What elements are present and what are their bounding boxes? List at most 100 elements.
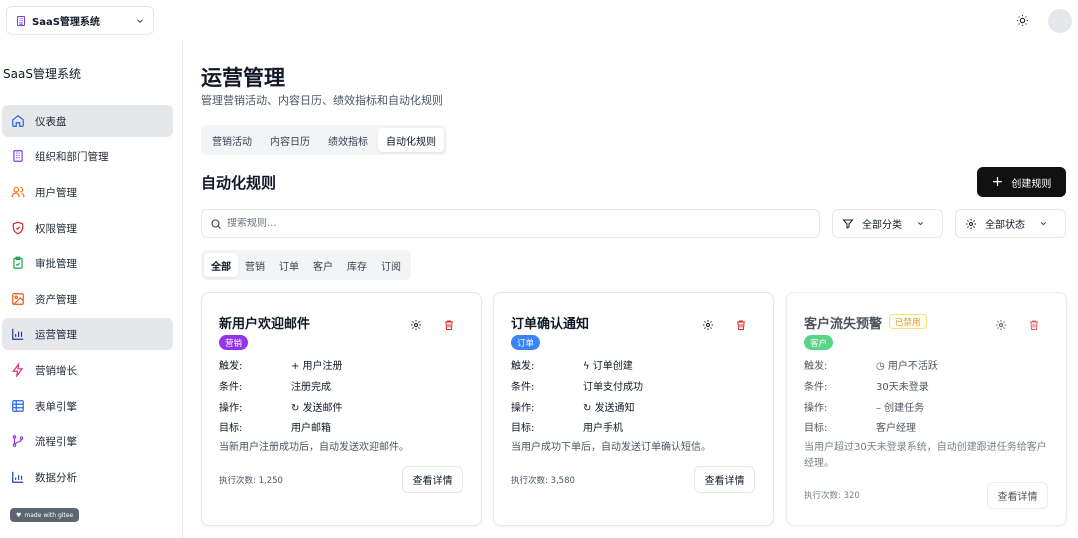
settings-icon[interactable] [995,319,1007,331]
sidebar-item-workflow[interactable]: 流程引擎 [2,425,173,457]
sidebar-item-org[interactable]: 组织和部门管理 [2,140,173,172]
execution-count: 执行次数: 1,250 [219,476,283,486]
users-icon [11,185,25,199]
trash-icon[interactable] [735,319,747,331]
rule-description: 当新用户注册成功后，自动发送欢迎邮件。 [219,442,409,453]
rule-name: 客户流失预警 [804,317,883,332]
sidebar-item-assets[interactable]: 资产管理 [2,283,173,315]
trash-icon[interactable] [443,319,455,331]
category-tab-marketing[interactable]: 营销 [238,253,272,277]
category-filter[interactable]: 全部分类 [832,209,943,238]
sidebar-item-label: 组织和部门管理 [35,150,109,163]
category-tab-order[interactable]: 订单 [272,253,306,277]
building-icon [11,149,25,163]
sidebar-item-users[interactable]: 用户管理 [2,176,173,208]
execution-count: 执行次数: 320 [804,491,860,501]
org-switcher[interactable]: SaaS管理系统 [6,6,154,35]
image-icon [11,292,25,306]
building-icon [15,15,27,27]
chevron-down-icon [916,219,925,228]
search-input[interactable] [227,218,811,229]
rule-card: 客户流失预警 已禁用 客户 触发: ◷ 用户不活跃 条件: 30天未登录 操作: – … [786,292,1067,526]
view-details-button[interactable]: 查看详情 [402,466,463,493]
view-details-button[interactable]: 查看详情 [694,466,755,493]
execution-count: 执行次数: 3,580 [511,476,575,486]
trigger-row: 触发: ϟ 订单创建 [511,361,633,372]
category-badge: 客户 [804,335,834,350]
shield-icon [11,221,25,235]
target-row: 目标: 用户邮箱 [219,423,331,434]
action-row: 操作: ↻ 发送邮件 [219,403,343,414]
sidebar-item-label: 营销增长 [35,364,77,377]
sun-icon [1016,14,1029,27]
sidebar-item-label: 运营管理 [35,328,77,341]
refresh-icon: ↻ [291,403,303,414]
rule-description: 当用户成功下单后，自动发送订单确认短信。 [511,442,711,453]
sidebar-item-label: 流程引擎 [35,435,77,448]
tab-automation-rules[interactable]: 自动化规则 [378,128,444,152]
rule-name: 订单确认通知 [511,317,590,332]
settings-icon[interactable] [702,319,714,331]
watermark: ♥ made with gitee [10,508,80,522]
section-title: 自动化规则 [201,174,277,192]
sidebar-item-permissions[interactable]: 权限管理 [2,212,173,244]
avatar[interactable] [1048,9,1072,33]
settings-icon[interactable] [410,319,422,331]
sidebar-item-forms[interactable]: 表单引擎 [2,390,173,422]
clipboard-check-icon [11,256,25,270]
category-tab-subscription[interactable]: 订阅 [374,253,408,277]
gear-icon [965,218,977,230]
condition-row: 条件: 30天未登录 [804,382,929,393]
sidebar-item-label: 审批管理 [35,257,77,270]
action-row: 操作: ↻ 发送通知 [511,403,635,414]
rule-card: 新用户欢迎邮件 营销 触发: + 用户注册 条件: 注册完成 操作: ↻ 发送邮件 目… [201,292,482,526]
category-tab-all[interactable]: 全部 [204,253,238,277]
theme-toggle-button[interactable] [1014,12,1030,28]
sidebar-item-growth[interactable]: 营销增长 [2,354,173,386]
plus-icon: + [991,174,1004,190]
sidebar-item-label: 用户管理 [35,186,77,199]
category-badge: 营销 [219,335,249,350]
create-rule-button[interactable]: + 创建规则 [977,167,1066,197]
rule-description: 当用户超过30天未登录系统，自动创建跟进任务给客户经理。 [804,442,1047,469]
action-row: 操作: – 创建任务 [804,403,925,414]
tab-content-calendar[interactable]: 内容日历 [262,128,318,152]
sidebar-item-analytics[interactable]: 数据分析 [2,461,173,493]
sidebar-item-dashboard[interactable]: 仪表盘 [2,105,173,137]
filter-icon [842,218,854,230]
page-subtitle: 管理营销活动、内容日历、绩效指标和自动化规则 [201,94,443,107]
trash-icon[interactable] [1028,319,1040,331]
trigger-row: 触发: ◷ 用户不活跃 [804,361,938,372]
chevron-down-icon [1039,219,1048,228]
refresh-icon: ↻ [583,403,595,414]
chart-icon [11,470,25,484]
git-branch-icon [11,434,25,448]
page-title: 运营管理 [201,66,285,90]
home-icon [11,114,25,128]
sidebar: SaaS管理系统 仪表盘 组织和部门管理 用户管理 权限管理 审批管理 资产管理… [0,42,183,538]
condition-row: 条件: 订单支付成功 [511,382,643,393]
table-icon [11,399,25,413]
rule-name: 新用户欢迎邮件 [219,317,311,332]
sidebar-item-label: 仪表盘 [35,115,67,128]
chevron-down-icon [135,16,145,26]
search-icon [210,218,222,230]
tab-metrics[interactable]: 绩效指标 [320,128,376,152]
category-tabs: 全部 营销 订单 客户 库存 订阅 [201,250,411,280]
sidebar-item-operations[interactable]: 运营管理 [2,318,173,350]
view-details-button[interactable]: 查看详情 [987,482,1048,509]
category-tab-inventory[interactable]: 库存 [340,253,374,277]
rule-card: 订单确认通知 订单 触发: ϟ 订单创建 条件: 订单支付成功 操作: ↻ 发送通知 … [493,292,774,526]
search-box [201,209,820,238]
sidebar-item-label: 表单引擎 [35,400,77,413]
sidebar-item-label: 数据分析 [35,471,77,484]
sidebar-brand: SaaS管理系统 [3,67,81,81]
sidebar-item-label: 资产管理 [35,293,77,306]
org-name: SaaS管理系统 [32,17,100,28]
status-filter[interactable]: 全部状态 [955,209,1066,238]
category-tab-customer[interactable]: 客户 [306,253,340,277]
condition-row: 条件: 注册完成 [219,382,331,393]
sidebar-item-approvals[interactable]: 审批管理 [2,247,173,279]
tab-campaigns[interactable]: 营销活动 [204,128,260,152]
clock-icon: ◷ [876,361,888,372]
